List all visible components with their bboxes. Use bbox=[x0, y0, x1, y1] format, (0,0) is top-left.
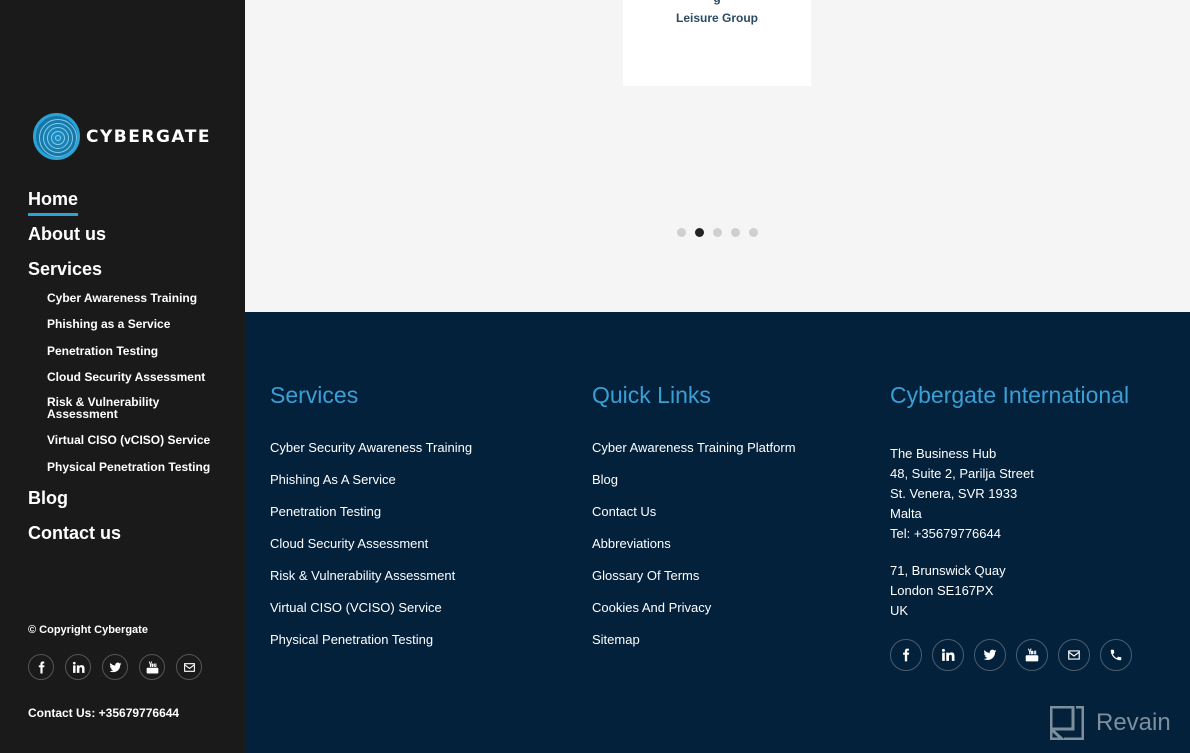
carousel-pagination bbox=[677, 228, 758, 237]
footer-link-sitemap[interactable]: Sitemap bbox=[592, 632, 796, 664]
revain-logo-icon bbox=[1050, 706, 1084, 740]
footer-link-cyber-awareness-training-platform[interactable]: Cyber Awareness Training Platform bbox=[592, 440, 796, 472]
footer-email-link[interactable] bbox=[1058, 639, 1090, 671]
card-company-name: Leisure Group bbox=[675, 11, 758, 25]
linkedin-icon bbox=[72, 661, 85, 673]
subnav-cloud-security-assessment[interactable]: Cloud Security Assessment bbox=[47, 371, 205, 383]
email-icon bbox=[1068, 650, 1080, 660]
youtube-icon bbox=[1025, 648, 1039, 662]
sidebar-social-links bbox=[28, 654, 202, 680]
footer-link-virtual-ciso-service[interactable]: Virtual CISO (VCISO) Service bbox=[270, 600, 472, 632]
nav-about-us[interactable]: About us bbox=[28, 222, 106, 246]
uk-address-line: London SE167PX bbox=[890, 583, 994, 598]
footer-link-blog[interactable]: Blog bbox=[592, 472, 796, 504]
footer-link-risk-vulnerability-assessment[interactable]: Risk & Vulnerability Assessment bbox=[270, 568, 472, 600]
footer-quick-links-title: Quick Links bbox=[592, 382, 711, 408]
revain-watermark: Revain bbox=[1050, 705, 1190, 741]
footer-twitter-link[interactable] bbox=[974, 639, 1006, 671]
footer-phone-link[interactable] bbox=[1100, 639, 1132, 671]
uk-address-line: UK bbox=[890, 603, 909, 618]
twitter-icon bbox=[983, 649, 997, 661]
malta-address-line: 48, Suite 2, Parilja Street bbox=[890, 466, 1034, 481]
linkedin-icon bbox=[941, 648, 955, 661]
linkedin-link[interactable] bbox=[65, 654, 91, 680]
malta-phone[interactable]: Tel: +35679776644 bbox=[890, 524, 1129, 544]
footer-link-phishing-as-a-service[interactable]: Phishing As A Service bbox=[270, 472, 472, 504]
footer-social-links bbox=[890, 639, 1132, 671]
subnav-penetration-testing[interactable]: Penetration Testing bbox=[47, 345, 158, 357]
footer-link-physical-penetration-testing[interactable]: Physical Penetration Testing bbox=[270, 632, 472, 664]
twitter-link[interactable] bbox=[102, 654, 128, 680]
revain-text: Revain bbox=[1096, 709, 1171, 736]
footer: Services Cyber Security Awareness Traini… bbox=[245, 312, 1190, 753]
footer-link-contact-us[interactable]: Contact Us bbox=[592, 504, 796, 536]
nav-services[interactable]: Services bbox=[28, 257, 102, 281]
card-text-partial: g bbox=[623, 0, 811, 5]
footer-services-title: Services bbox=[270, 382, 359, 408]
nav-contact-us[interactable]: Contact us bbox=[28, 521, 121, 545]
subnav-physical-penetration-testing[interactable]: Physical Penetration Testing bbox=[47, 461, 210, 473]
footer-linkedin-link[interactable] bbox=[932, 639, 964, 671]
footer-link-cloud-security-assessment[interactable]: Cloud Security Assessment bbox=[270, 536, 472, 568]
footer-quick-links-column: Quick Links Cyber Awareness Training Pla… bbox=[592, 380, 796, 664]
footer-youtube-link[interactable] bbox=[1016, 639, 1048, 671]
footer-link-penetration-testing[interactable]: Penetration Testing bbox=[270, 504, 472, 536]
fingerprint-logo-icon bbox=[33, 113, 80, 160]
facebook-icon bbox=[903, 648, 910, 662]
nav-blog[interactable]: Blog bbox=[28, 486, 68, 510]
subnav-phishing-as-a-service[interactable]: Phishing as a Service bbox=[47, 318, 170, 330]
phone-icon bbox=[1110, 649, 1122, 661]
nav-home[interactable]: Home bbox=[28, 187, 79, 216]
facebook-link[interactable] bbox=[28, 654, 54, 680]
testimonial-carousel: g Leisure Group bbox=[245, 0, 1190, 312]
email-icon bbox=[183, 662, 195, 672]
footer-international-title: Cybergate International bbox=[890, 382, 1130, 408]
carousel-dot-3[interactable] bbox=[713, 228, 722, 237]
twitter-icon bbox=[109, 662, 121, 672]
malta-address-line: Malta bbox=[890, 506, 922, 521]
logo[interactable]: CYBERGATE bbox=[33, 113, 211, 160]
carousel-dot-5[interactable] bbox=[749, 228, 758, 237]
sidebar-contact-phone[interactable]: Contact Us: +35679776644 bbox=[28, 706, 179, 720]
youtube-icon bbox=[146, 661, 158, 673]
carousel-dot-1[interactable] bbox=[677, 228, 686, 237]
carousel-dot-4[interactable] bbox=[731, 228, 740, 237]
footer-link-cyber-security-awareness-training[interactable]: Cyber Security Awareness Training bbox=[270, 440, 472, 472]
footer-link-glossary-of-terms[interactable]: Glossary Of Terms bbox=[592, 568, 796, 600]
carousel-card: g Leisure Group bbox=[623, 0, 811, 86]
footer-facebook-link[interactable] bbox=[890, 639, 922, 671]
copyright-text: © Copyright Cybergate bbox=[28, 624, 148, 636]
youtube-link[interactable] bbox=[139, 654, 165, 680]
sidebar: CYBERGATE Home About us Services Cyber A… bbox=[0, 0, 245, 753]
footer-link-cookies-and-privacy[interactable]: Cookies And Privacy bbox=[592, 600, 796, 632]
facebook-icon bbox=[38, 661, 44, 673]
malta-address-line: The Business Hub bbox=[890, 446, 997, 461]
email-link[interactable] bbox=[176, 654, 202, 680]
logo-text: CYBERGATE bbox=[86, 126, 211, 147]
footer-services-column: Services Cyber Security Awareness Traini… bbox=[270, 380, 472, 664]
footer-link-abbreviations[interactable]: Abbreviations bbox=[592, 536, 796, 568]
subnav-virtual-ciso-service[interactable]: Virtual CISO (vCISO) Service bbox=[47, 434, 210, 446]
malta-address-line: St. Venera, SVR 1933 bbox=[890, 486, 1018, 501]
footer-international-column: Cybergate International The Business Hub… bbox=[890, 380, 1129, 621]
address-block: The Business Hub 48, Suite 2, Parilja St… bbox=[890, 444, 1129, 621]
subnav-risk-vulnerability-assessment[interactable]: Risk & Vulnerability Assessment bbox=[47, 396, 177, 420]
uk-address-line: 71, Brunswick Quay bbox=[890, 563, 1006, 578]
subnav-cyber-awareness-training[interactable]: Cyber Awareness Training bbox=[47, 292, 197, 304]
carousel-dot-2-active[interactable] bbox=[695, 228, 704, 237]
page: CYBERGATE Home About us Services Cyber A… bbox=[0, 0, 1190, 753]
